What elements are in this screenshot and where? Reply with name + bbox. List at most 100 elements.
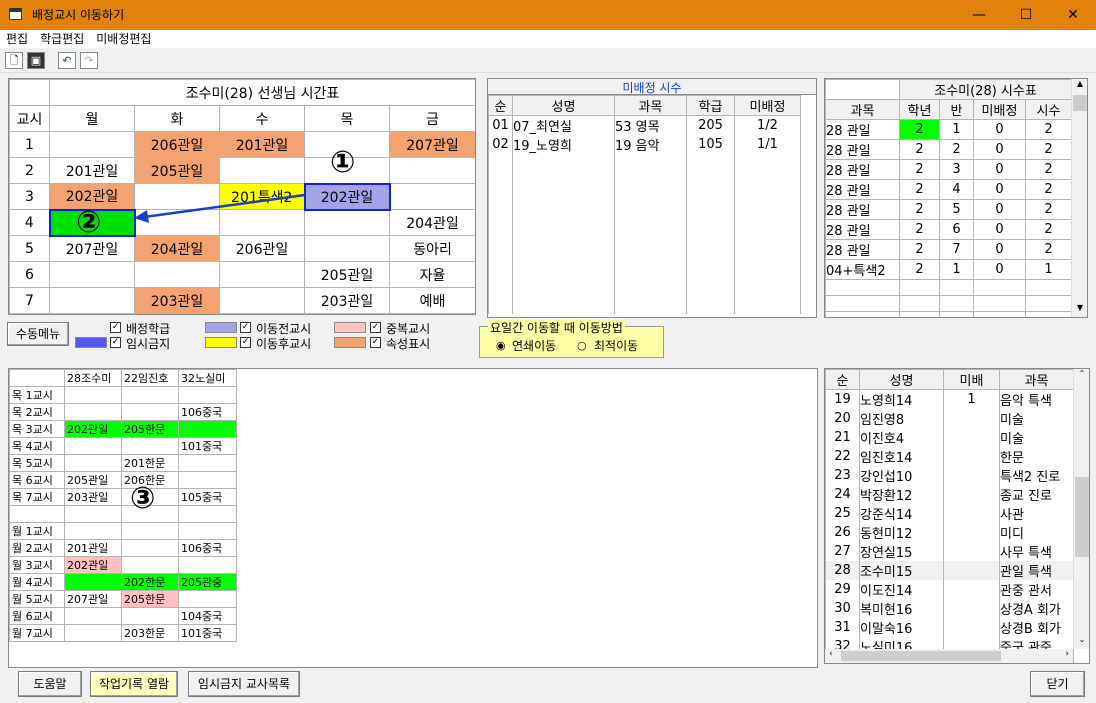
- timetable-cell[interactable]: 202관일: [303, 182, 391, 211]
- timetable-cell[interactable]: 206관일: [219, 235, 305, 262]
- table-row[interactable]: [488, 218, 801, 234]
- list-item[interactable]: 31 이말숙16 상경B 회가: [825, 618, 1074, 637]
- timetable-cell[interactable]: [304, 235, 390, 262]
- timetable-cell[interactable]: 205관일: [304, 261, 390, 288]
- timetable-cell[interactable]: [219, 261, 305, 288]
- table-row[interactable]: 28 관일 2 4 0 2: [825, 179, 1073, 200]
- list-item[interactable]: 19 노영희14 1 음악 특색: [825, 389, 1074, 409]
- timetable-cell[interactable]: 204관일: [134, 235, 220, 262]
- timetable-cell[interactable]: 201관일: [49, 157, 135, 184]
- timetable-cell[interactable]: [49, 131, 135, 158]
- timetable-cell[interactable]: [388, 183, 475, 210]
- timetable-cell[interactable]: 205관일: [134, 157, 220, 184]
- timetable-cell[interactable]: 203관일: [304, 287, 390, 314]
- table-row[interactable]: 01 07_최연실 53 영목 205 1/2: [488, 115, 801, 135]
- table-row[interactable]: 28 관일 2 2 0 2: [825, 139, 1073, 160]
- table-row[interactable]: 목 4교시 101중국: [9, 437, 237, 455]
- menu-edit[interactable]: 편집: [0, 30, 34, 48]
- timetable-cell[interactable]: 201관일: [219, 131, 305, 158]
- table-row[interactable]: 04+특색2 2 1 0 1: [825, 259, 1073, 280]
- timetable-cell[interactable]: 자율: [388, 261, 475, 288]
- table-row[interactable]: 월 7교시 203한문 101중국: [9, 623, 237, 642]
- hours-scrollbar[interactable]: ▲ ▼: [1071, 79, 1087, 317]
- table-row[interactable]: 28 관일 2 5 0 2: [825, 199, 1073, 220]
- table-row[interactable]: [488, 202, 801, 218]
- table-row[interactable]: 목 1교시: [9, 386, 237, 404]
- menu-class-edit[interactable]: 학급편집: [34, 30, 90, 48]
- timetable-cell[interactable]: 예배: [388, 287, 475, 314]
- timetable-cell[interactable]: [388, 157, 475, 184]
- chk-before[interactable]: ✓: [240, 322, 251, 333]
- table-row[interactable]: [488, 154, 801, 170]
- table-row[interactable]: [488, 234, 801, 250]
- list-item[interactable]: 20 임진영8 미술: [825, 409, 1074, 428]
- list-item[interactable]: 28 조수미15 관일 특색: [825, 561, 1074, 580]
- table-row[interactable]: 목 7교시 203관일 105중국: [9, 488, 237, 506]
- chk-dup[interactable]: ✓: [370, 322, 381, 333]
- timetable-cell[interactable]: [304, 209, 390, 236]
- radio-chain-icon[interactable]: ◉: [496, 339, 506, 352]
- table-row[interactable]: 28 관일 2 7 0 2: [825, 239, 1073, 260]
- maximize-button[interactable]: ☐: [1003, 0, 1049, 30]
- list-item[interactable]: 27 장연실15 사무 특색: [825, 542, 1074, 561]
- table-row[interactable]: [825, 295, 1073, 312]
- table-row[interactable]: 목 5교시 201한문: [9, 454, 237, 472]
- list-item[interactable]: 24 박장환12 종교 진로: [825, 485, 1074, 504]
- radio-optimal-icon[interactable]: ○: [577, 339, 587, 352]
- table-row[interactable]: 월 1교시: [9, 521, 237, 540]
- help-button[interactable]: 도움말: [18, 671, 82, 697]
- list-item[interactable]: 25 강준식14 사관: [825, 504, 1074, 523]
- timetable-cell[interactable]: [49, 287, 135, 314]
- table-row[interactable]: 월 2교시 201관일 106중국: [9, 538, 237, 557]
- list-item[interactable]: 30 복미현16 상경A 회가: [825, 599, 1074, 618]
- table-row[interactable]: [488, 170, 801, 186]
- table-row[interactable]: [9, 505, 237, 523]
- table-row[interactable]: 월 6교시 104중국: [9, 606, 237, 625]
- teacher-hscrollbar[interactable]: ‹ ›: [825, 649, 1073, 663]
- table-row[interactable]: 목 6교시 205관일 206한문: [9, 471, 237, 489]
- timetable-cell[interactable]: 동아리: [388, 235, 475, 262]
- list-item[interactable]: 26 동현미12 미디: [825, 523, 1074, 542]
- table-row[interactable]: [488, 282, 801, 298]
- table-row[interactable]: 28 관일 2 1 0 2: [825, 119, 1073, 140]
- ban-teacher-list-button[interactable]: 임시금지 교사목록: [188, 671, 300, 697]
- table-row[interactable]: 목 2교시 106중국: [9, 403, 237, 421]
- table-row[interactable]: [488, 250, 801, 266]
- table-row[interactable]: [825, 311, 1073, 317]
- table-row[interactable]: 월 3교시 202관일: [9, 555, 237, 574]
- timetable-cell[interactable]: 207관일: [388, 131, 475, 158]
- timetable-cell[interactable]: [219, 287, 305, 314]
- teacher-scrollbar[interactable]: ⌃ ⌄: [1073, 369, 1089, 649]
- chk-after[interactable]: ✓: [240, 337, 251, 348]
- table-row[interactable]: [488, 266, 801, 282]
- table-row[interactable]: [488, 298, 801, 314]
- timetable-cell[interactable]: 206관일: [134, 131, 220, 158]
- table-row[interactable]: 02 19_노영희 19 음악 105 1/1: [488, 135, 801, 154]
- table-row[interactable]: 28 관일 2 3 0 2: [825, 159, 1073, 180]
- table-row[interactable]: 월 4교시 202한문 205관중: [9, 572, 237, 591]
- work-log-button[interactable]: 작업기록 열람: [90, 671, 178, 697]
- timetable-cell[interactable]: [49, 261, 135, 288]
- close-button[interactable]: 닫기: [1030, 671, 1085, 697]
- timetable-cell[interactable]: [134, 261, 220, 288]
- table-row[interactable]: [825, 279, 1073, 296]
- table-row[interactable]: 28 관일 2 6 0 2: [825, 219, 1073, 240]
- close-window-button[interactable]: ✕: [1050, 0, 1096, 30]
- menu-unassigned-edit[interactable]: 미배정편집: [90, 30, 157, 48]
- chk-assigned[interactable]: ✓: [110, 322, 121, 333]
- list-item[interactable]: 21 이진호4 미술: [825, 428, 1074, 447]
- table-row[interactable]: [488, 186, 801, 202]
- list-item[interactable]: 29 이도진14 관중 관서: [825, 580, 1074, 599]
- save-icon[interactable]: ▣: [27, 52, 45, 69]
- timetable-cell[interactable]: 203관일: [134, 287, 220, 314]
- timetable-cell[interactable]: [219, 157, 305, 184]
- chk-ban[interactable]: ✓: [110, 337, 121, 348]
- list-item[interactable]: 22 임진호14 한문: [825, 447, 1074, 466]
- chk-attr[interactable]: ✓: [370, 337, 381, 348]
- new-icon[interactable]: 🗋: [5, 52, 23, 69]
- manual-menu-button[interactable]: 수동메뉴: [7, 322, 69, 346]
- minimize-button[interactable]: —: [956, 0, 1002, 30]
- table-row[interactable]: 월 5교시 207관일 205한문: [9, 589, 237, 608]
- redo-icon[interactable]: ↷: [80, 52, 98, 69]
- list-item[interactable]: 23 강인섭10 특색2 진로: [825, 466, 1074, 485]
